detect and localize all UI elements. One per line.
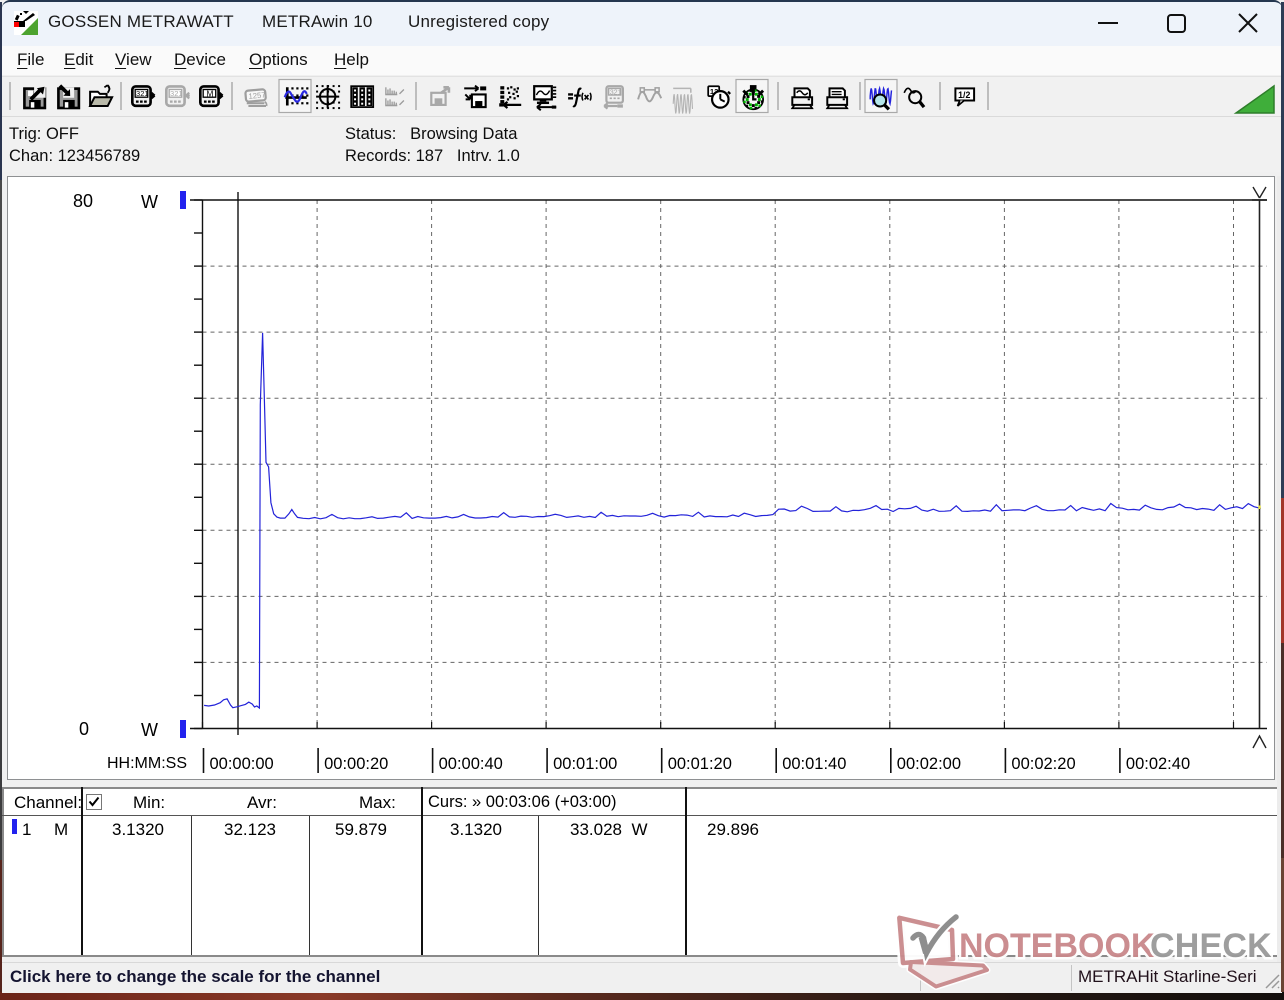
svg-text:00:02:40: 00:02:40 bbox=[1126, 755, 1190, 773]
svg-text:00:01:00: 00:01:00 bbox=[553, 755, 617, 773]
svg-text:0: 0 bbox=[79, 719, 89, 739]
svg-text:00:00:20: 00:00:20 bbox=[324, 755, 388, 773]
svg-text:00:02:00: 00:02:00 bbox=[897, 755, 961, 773]
svg-text:CHECK: CHECK bbox=[1150, 927, 1272, 965]
svg-text:HH:MM:SS: HH:MM:SS bbox=[107, 755, 187, 772]
svg-text:W: W bbox=[141, 720, 158, 740]
svg-text:00:00:40: 00:00:40 bbox=[439, 755, 503, 773]
svg-text:80: 80 bbox=[73, 191, 93, 211]
svg-text:00:01:20: 00:01:20 bbox=[668, 755, 732, 773]
svg-text:00:01:40: 00:01:40 bbox=[782, 755, 846, 773]
svg-text:00:02:20: 00:02:20 bbox=[1011, 755, 1075, 773]
svg-text:00:00:00: 00:00:00 bbox=[210, 755, 274, 773]
svg-text:NOTEBOOK: NOTEBOOK bbox=[959, 927, 1156, 965]
svg-text:W: W bbox=[141, 192, 158, 212]
